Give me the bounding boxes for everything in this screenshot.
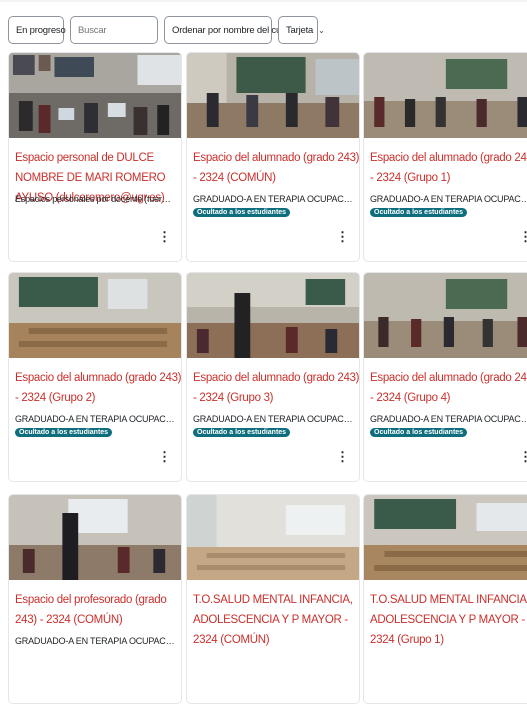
hidden-status-badge: Ocultado a los estudiantes: [370, 208, 468, 217]
hidden-status-badge: Ocultado a los estudiantes: [193, 428, 291, 437]
course-card[interactable]: Espacio personal de DULCE NOMBRE DE MARI…: [8, 52, 182, 262]
course-category: GRADUADO-A EN TERAPIA OCUPACIONAL (2010)…: [15, 414, 175, 424]
course-card[interactable]: Espacio del alumnado (grado 243) - 2324 …: [8, 272, 182, 482]
more-options-icon[interactable]: ⋮: [519, 449, 527, 465]
course-image[interactable]: [364, 495, 527, 580]
course-title-link[interactable]: Espacio del alumnado (grado 243) - 2324 …: [15, 368, 181, 408]
course-card[interactable]: T.O.SALUD MENTAL INFANCIA, ADOLESCENCIA …: [186, 494, 360, 704]
course-card[interactable]: Espacio del alumnado (grado 243) - 2324 …: [363, 52, 527, 262]
view-dropdown[interactable]: Tarjeta ⌄: [278, 16, 325, 44]
more-options-icon[interactable]: ⋮: [336, 229, 349, 245]
course-category: GRADUADO-A EN TERAPIA OCUPACIONAL (2010)…: [193, 194, 353, 204]
hidden-status-badge: Ocultado a los estudiantes: [15, 428, 113, 437]
chevron-down-icon: ⌄: [318, 25, 325, 35]
course-image[interactable]: [9, 495, 181, 580]
course-card[interactable]: Espacio del alumnado (grado 243) - 2324 …: [363, 272, 527, 482]
hidden-status-badge: Ocultado a los estudiantes: [193, 208, 291, 217]
course-image[interactable]: [187, 273, 359, 358]
course-image[interactable]: [9, 273, 181, 358]
course-title-link[interactable]: T.O.SALUD MENTAL INFANCIA, ADOLESCENCIA …: [193, 590, 359, 650]
course-title-link[interactable]: Espacio del alumnado (grado 243) - 2324 …: [193, 368, 359, 408]
course-category: Espacios personales por docente (fuera d…: [15, 194, 175, 204]
course-image[interactable]: [187, 495, 359, 580]
course-title-link[interactable]: Espacio del alumnado (grado 243) - 2324 …: [370, 368, 527, 408]
course-category: GRADUADO-A EN TERAPIA OCUPACIONAL (2010)…: [370, 194, 527, 204]
more-options-icon[interactable]: ⋮: [158, 449, 171, 465]
course-image[interactable]: [364, 273, 527, 358]
progress-filter-dropdown[interactable]: En progreso ⌄: [8, 16, 77, 44]
course-image[interactable]: [9, 53, 181, 138]
sort-label: Ordenar por nombre del curso: [172, 24, 294, 36]
course-card[interactable]: Espacio del alumnado (grado 243) - 2324 …: [186, 272, 360, 482]
course-title-link[interactable]: Espacio del alumnado (grado 243) - 2324 …: [370, 148, 527, 188]
view-label: Tarjeta: [286, 24, 314, 36]
top-divider: [0, 0, 527, 2]
course-category: GRADUADO-A EN TERAPIA OCUPACIONAL (2010)…: [370, 414, 527, 424]
course-image[interactable]: [187, 53, 359, 138]
more-options-icon[interactable]: ⋮: [336, 449, 349, 465]
course-category: GRADUADO-A EN TERAPIA OCUPACIONAL (2010)…: [15, 636, 175, 646]
course-title-link[interactable]: T.O.SALUD MENTAL INFANCIA, ADOLESCENCIA …: [370, 590, 527, 650]
progress-filter-label: En progreso: [16, 24, 66, 36]
course-card[interactable]: Espacio del profesorado (grado 243) - 23…: [8, 494, 182, 704]
sort-dropdown[interactable]: Ordenar por nombre del curso ⌄: [164, 16, 305, 44]
course-toolbar: En progreso ⌄ Ordenar por nombre del cur…: [8, 16, 325, 44]
more-options-icon[interactable]: ⋮: [519, 229, 527, 245]
course-card[interactable]: T.O.SALUD MENTAL INFANCIA, ADOLESCENCIA …: [363, 494, 527, 704]
hidden-status-badge: Ocultado a los estudiantes: [370, 428, 468, 437]
course-card[interactable]: Espacio del alumnado (grado 243) - 2324 …: [186, 52, 360, 262]
search-input[interactable]: [70, 16, 158, 44]
more-options-icon[interactable]: ⋮: [158, 229, 171, 245]
course-title-link[interactable]: Espacio del alumnado (grado 243) - 2324 …: [193, 148, 359, 188]
course-image[interactable]: [364, 53, 527, 138]
course-category: GRADUADO-A EN TERAPIA OCUPACIONAL (2010)…: [193, 414, 353, 424]
course-title-link[interactable]: Espacio del profesorado (grado 243) - 23…: [15, 590, 181, 630]
